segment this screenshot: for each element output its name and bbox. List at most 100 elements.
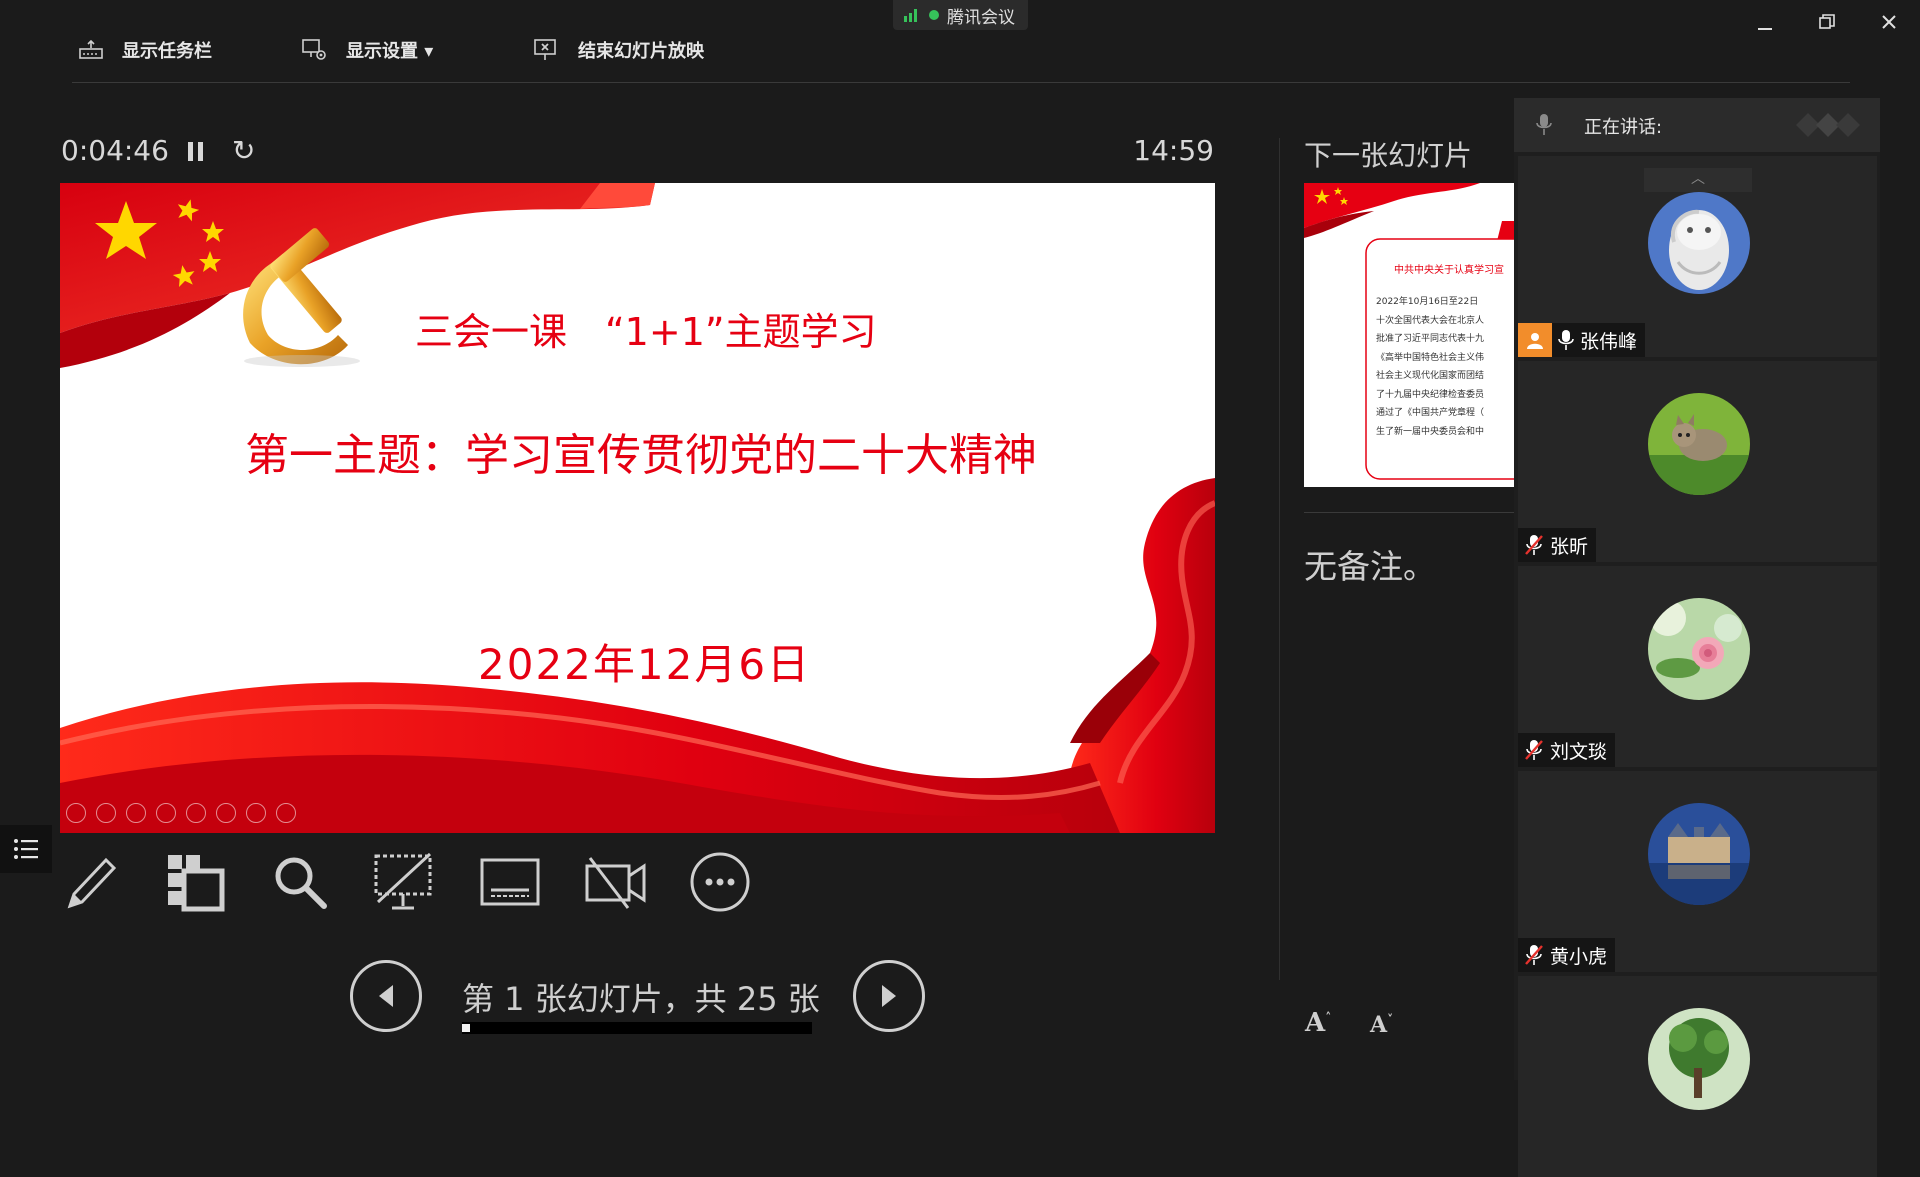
decrease-font-button[interactable]: A˅ <box>1370 1012 1393 1038</box>
signal-icon <box>904 9 917 22</box>
restart-timer-icon[interactable]: ↻ <box>232 134 255 167</box>
chevron-left-icon <box>379 985 393 1007</box>
participant-panel: 正在讲话: ︿ 张伟峰 张昕 刘文琰 黄小虎 <box>1514 98 1880 1177</box>
show-taskbar-label: 显示任务栏 <box>122 41 212 62</box>
participant-name: 黄小虎 <box>1550 945 1608 968</box>
next-slide-body-line: 2022年10月16日至22日 <box>1376 297 1479 307</box>
participant-tile[interactable]: 张昕 <box>1518 361 1877 562</box>
mini-screen-icon[interactable] <box>216 803 236 823</box>
minimize-button[interactable] <box>1742 4 1788 40</box>
avatar <box>1648 598 1750 700</box>
next-slide-title: 中共中央关于认真学习宣 <box>1394 265 1504 276</box>
participant-name: 张伟峰 <box>1580 330 1638 353</box>
slide-progress-bar[interactable] <box>462 1022 812 1034</box>
camera-off-icon <box>585 857 646 909</box>
end-slideshow-button[interactable]: 结束幻灯片放映 <box>534 36 704 64</box>
mini-zoom-icon[interactable] <box>186 803 206 823</box>
mic-muted-icon <box>1524 739 1544 761</box>
participant-name: 刘文琰 <box>1550 740 1608 763</box>
pause-timer-button[interactable] <box>183 138 207 164</box>
participant-tile[interactable]: 刘文琰 <box>1518 566 1877 767</box>
minimize-icon <box>1758 28 1772 30</box>
slide-title-line2: 第一主题：学习宣传贯彻党的二十大精神 <box>245 430 1037 481</box>
restore-icon <box>1819 14 1835 29</box>
list-toggle-button[interactable] <box>0 825 52 873</box>
avatar <box>1648 803 1750 905</box>
participant-name: 张昕 <box>1550 535 1589 558</box>
subtitles-icon <box>480 858 540 906</box>
current-slide[interactable]: 三会一课 “1+1”主题学习 第一主题：学习宣传贯彻党的二十大精神 2022年1… <box>60 183 1215 833</box>
end-slideshow-label: 结束幻灯片放映 <box>578 41 704 62</box>
meeting-badge[interactable]: 腾讯会议 <box>893 0 1028 30</box>
show-taskbar-button[interactable]: 显示任务栏 <box>78 36 212 64</box>
next-slide-body: 2022年10月16日至22日 十次全国代表大会在北京人 批准了习近平同志代表十九《… <box>1376 293 1484 441</box>
slide-mini-controls[interactable] <box>66 803 296 823</box>
mini-grid-icon[interactable] <box>156 803 176 823</box>
more-icon <box>690 852 750 912</box>
toolbar-divider <box>72 82 1850 83</box>
see-all-slides-button[interactable] <box>163 850 227 914</box>
screen-off-icon <box>374 852 432 910</box>
restore-button[interactable] <box>1804 4 1850 40</box>
increase-font-button[interactable]: A˄ <box>1305 1008 1331 1038</box>
collapse-tab[interactable]: ︿ <box>1644 168 1752 192</box>
tencent-meeting-logo <box>1796 113 1860 137</box>
speaking-bar: 正在讲话: <box>1514 98 1880 152</box>
display-settings-button[interactable]: 显示设置 ▾ <box>302 36 433 64</box>
next-slide-thumbnail[interactable]: 中共中央关于认真学习宣 2022年10月16日至22日 十次全国代表大会在北京人批… <box>1304 183 1516 487</box>
next-slide-body-line: 十次全国代表大会在北京人 <box>1376 315 1485 326</box>
speaker-notes: 无备注。 <box>1304 547 1436 586</box>
slides-grid-icon <box>168 855 225 912</box>
speaking-label: 正在讲话: <box>1584 117 1663 138</box>
next-slide-label: 下一张幻灯片 <box>1304 139 1473 172</box>
next-slide-body-line: 社会主义现代化国家而团结 <box>1376 371 1485 381</box>
slide-flag-ribbon-background <box>60 183 1215 833</box>
chevron-right-icon <box>882 985 896 1007</box>
pen-tool-button[interactable] <box>60 850 124 914</box>
taskbar-icon <box>78 37 104 63</box>
camera-toggle-button[interactable] <box>584 850 648 914</box>
close-icon <box>1882 15 1896 29</box>
participant-name-tag: 黄小虎 <box>1518 938 1616 972</box>
slide-date: 2022年12月6日 <box>478 640 812 689</box>
mini-camera-icon[interactable] <box>246 803 266 823</box>
avatar <box>1648 192 1750 294</box>
participant-name-tag: 张昕 <box>1518 528 1597 562</box>
screen-blackout-button[interactable] <box>372 850 436 914</box>
panel-divider <box>1279 138 1280 980</box>
notes-divider <box>1304 512 1516 513</box>
next-slide-body-line: 批准了习近平同志代表十九 <box>1376 334 1485 344</box>
mini-pen-icon[interactable] <box>126 803 146 823</box>
participant-name-tag: 张伟峰 <box>1518 323 1646 357</box>
next-slide-body-line: 生了新一届中央委员会和中 <box>1376 426 1485 437</box>
pen-icon <box>67 857 117 909</box>
avatar <box>1648 393 1750 495</box>
mini-prev-icon[interactable] <box>66 803 86 823</box>
participant-tile[interactable]: 黄小虎 <box>1518 771 1877 972</box>
zoom-button[interactable] <box>268 850 332 914</box>
close-button[interactable] <box>1866 4 1912 40</box>
participant-tile[interactable] <box>1518 976 1877 1177</box>
slide-counter: 第 1 张幻灯片，共 25 张 <box>462 980 820 1018</box>
mic-icon <box>1536 114 1552 135</box>
avatar <box>1648 1008 1750 1110</box>
mini-more-icon[interactable] <box>276 803 296 823</box>
mic-muted-icon <box>1524 944 1544 966</box>
display-settings-label: 显示设置 ▾ <box>346 41 434 62</box>
previous-slide-button[interactable] <box>350 960 422 1032</box>
more-options-button[interactable] <box>688 850 752 914</box>
display-settings-icon <box>302 37 328 63</box>
mini-next-icon[interactable] <box>96 803 116 823</box>
app-name: 腾讯会议 <box>947 7 1015 28</box>
slide-progress-fill <box>462 1024 470 1032</box>
status-dot-icon <box>929 10 939 20</box>
current-clock: 14:59 <box>1133 134 1214 167</box>
next-slide-body-line: 通过了《中国共产党章程（ <box>1376 408 1485 418</box>
mic-muted-icon <box>1524 534 1544 556</box>
magnifier-icon <box>275 857 327 909</box>
elapsed-time: 0:04:46 <box>61 134 169 167</box>
slide-title-line1: 三会一课 “1+1”主题学习 <box>415 310 877 354</box>
next-slide-button[interactable] <box>853 960 925 1032</box>
participant-tile[interactable]: ︿ 张伟峰 <box>1518 156 1877 357</box>
subtitles-button[interactable] <box>478 850 542 914</box>
